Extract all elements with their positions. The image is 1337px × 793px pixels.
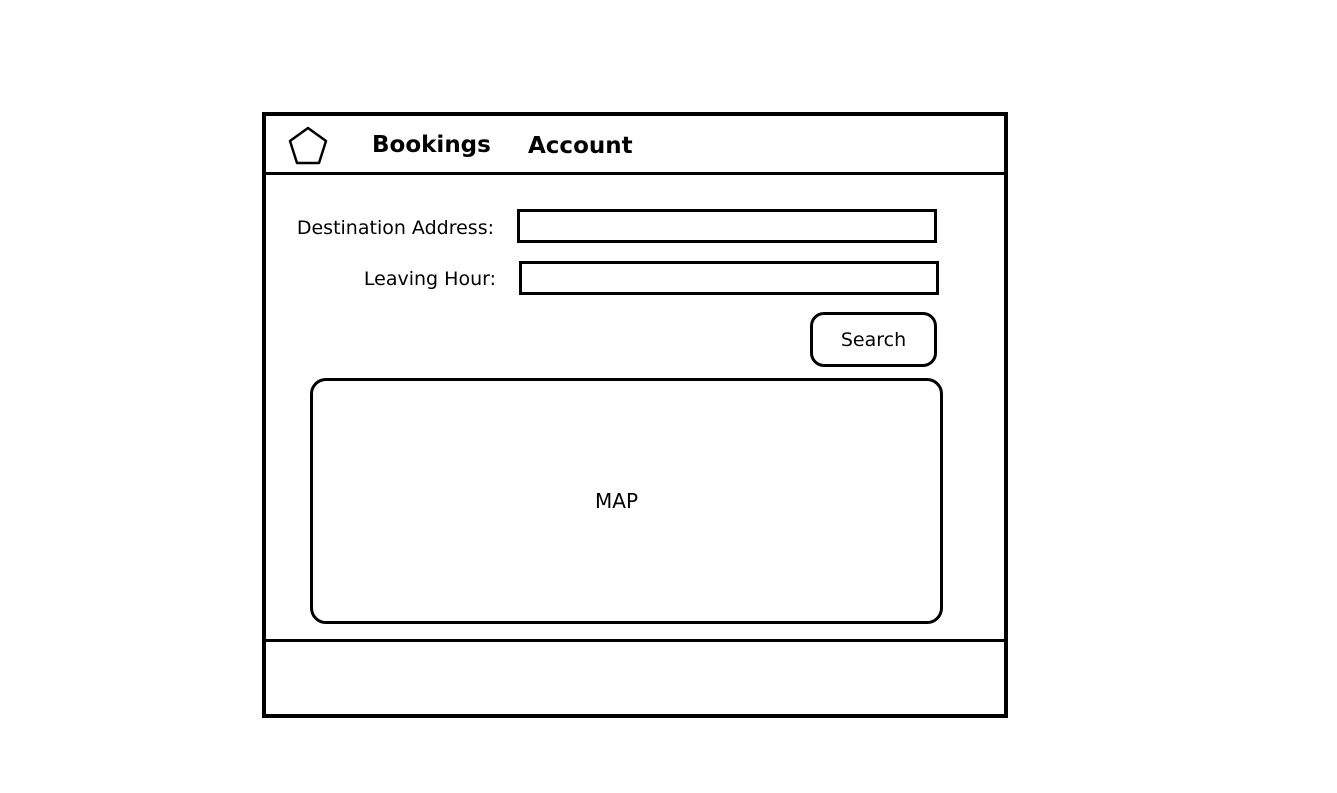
leaving-hour-label: Leaving Hour: xyxy=(363,268,496,290)
leaving-hour-input[interactable] xyxy=(519,261,939,295)
map-label: MAP xyxy=(595,489,638,513)
destination-address-label: Destination Address: xyxy=(296,217,494,239)
map-panel[interactable]: MAP xyxy=(310,378,943,624)
nav-account[interactable]: Account xyxy=(528,132,633,160)
nav-bookings[interactable]: Bookings xyxy=(372,131,491,159)
app-window: Bookings Account Destination Address: Le… xyxy=(262,112,1008,718)
search-button[interactable]: Search xyxy=(810,312,937,367)
footer-bar xyxy=(266,639,1004,717)
header-bar: Bookings Account xyxy=(266,116,1004,175)
pentagon-icon[interactable] xyxy=(287,126,329,166)
destination-address-input[interactable] xyxy=(517,209,937,243)
